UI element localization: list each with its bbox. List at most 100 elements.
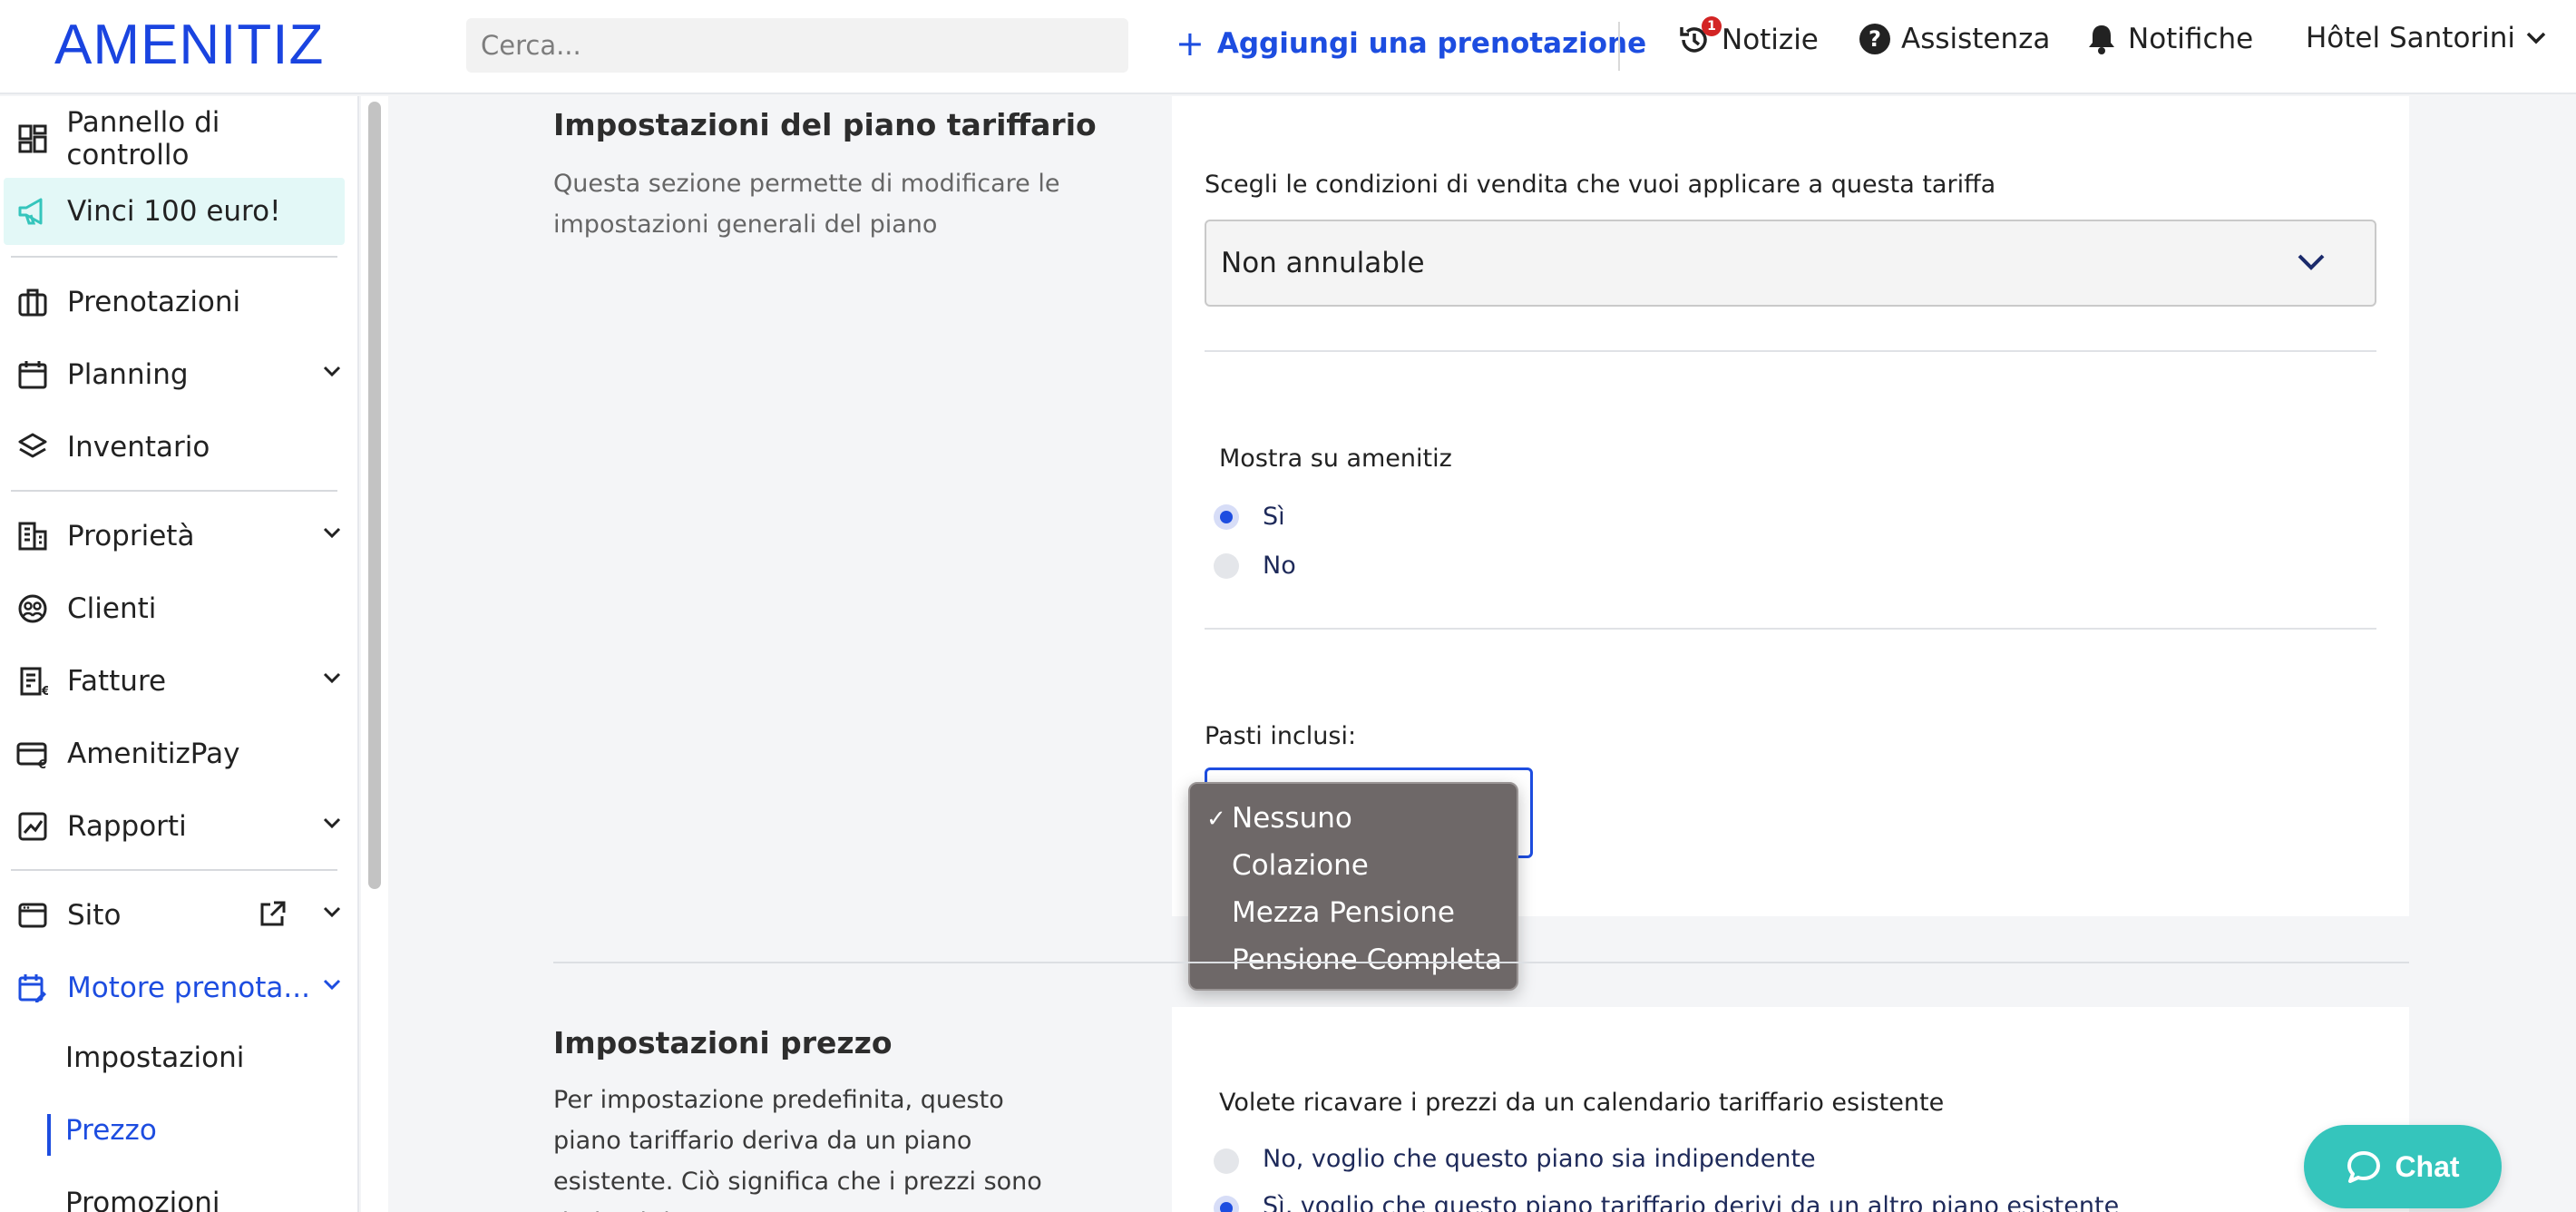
chevron-down-icon (2526, 32, 2546, 44)
meal-option-label: Mezza Pensione (1232, 896, 1455, 929)
news-badge: 1 (1702, 16, 1722, 36)
section-divider (553, 962, 2409, 963)
sidebar-item-dashboard[interactable]: Pannello di controllo (13, 105, 346, 172)
sidebar-item-invoices[interactable]: € Fatture (13, 648, 346, 715)
sidebar-item-property[interactable]: Proprietà (13, 503, 346, 570)
sidebar-item-label: Fatture (67, 665, 167, 698)
credit-card-icon: € (16, 738, 49, 770)
conditions-value: Non annulable (1221, 247, 1425, 279)
meal-option-full-board[interactable]: Pensione Completa (1190, 936, 1517, 983)
meals-included-label: Pasti inclusi: (1205, 722, 1357, 750)
sidebar-scrollbar-thumb[interactable] (368, 102, 381, 889)
sidebar-item-reports[interactable]: Rapporti (13, 793, 346, 860)
show-on-amenitiz-label: Mostra su amenitiz (1219, 445, 1452, 473)
property-switcher[interactable]: Hôtel Santorini (2306, 22, 2555, 54)
top-header: AMENITIZ + Aggiungi una prenotazione 1 No… (0, 0, 2576, 94)
chevron-down-icon (2298, 254, 2325, 270)
meal-option-half-board[interactable]: Mezza Pensione (1190, 889, 1517, 936)
notifications-button[interactable]: Notifiche (2084, 22, 2253, 56)
sidebar-item-label: Pannello di controllo (66, 106, 220, 171)
chevron-down-icon (323, 527, 341, 539)
independent-plan-radio[interactable] (1214, 1148, 1239, 1174)
card-divider (1205, 628, 2376, 630)
sidebar-subitem-promotions[interactable]: Promozioni (65, 1187, 220, 1212)
sidebar-item-amenitizpay[interactable]: € AmenitizPay (13, 720, 346, 787)
sidebar-item-inventory[interactable]: Inventario (13, 414, 346, 481)
chevron-down-icon (323, 366, 341, 377)
derive-prices-question: Volete ricavare i prezzi da un calendari… (1219, 1089, 1945, 1117)
show-no-label[interactable]: No (1263, 552, 1296, 580)
invoice-icon: € (16, 665, 49, 698)
help-icon: ? (1859, 24, 1890, 54)
chevron-down-icon (323, 672, 341, 684)
conditions-label: Scegli le condizioni di vendita che vuoi… (1205, 171, 1996, 199)
show-yes-label[interactable]: Sì (1263, 503, 1285, 531)
sidebar-item-reservations[interactable]: Prenotazioni (13, 269, 346, 336)
search-input[interactable] (466, 18, 1128, 73)
show-no-radio[interactable] (1214, 553, 1239, 579)
chevron-down-icon (323, 979, 341, 991)
checkmark-icon: ✓ (1206, 806, 1226, 833)
sidebar-divider (11, 256, 337, 258)
sidebar-item-site[interactable]: Sito (13, 882, 346, 949)
calendar-icon (16, 358, 49, 391)
sidebar-item-label: Clienti (67, 592, 157, 625)
sidebar-item-booking-engine[interactable]: Motore prenota... (13, 954, 346, 1021)
property-name: Hôtel Santorini (2306, 22, 2516, 54)
sidebar-item-label: Sito (67, 899, 122, 932)
meals-dropdown-menu: ✓ Nessuno Colazione Mezza Pensione Pensio… (1188, 782, 1518, 991)
dashboard-icon (16, 122, 48, 155)
active-indicator (47, 1114, 51, 1156)
building-icon (16, 520, 49, 552)
derived-plan-label[interactable]: Sì, voglio che questo piano tariffario d… (1263, 1192, 2119, 1212)
help-label: Assistenza (1901, 23, 2051, 55)
chat-label: Chat (2395, 1149, 2460, 1183)
add-reservation-button[interactable]: + Aggiungi una prenotazione (1176, 24, 1646, 64)
sidebar-item-clients[interactable]: Clienti (13, 575, 346, 642)
header-divider (1618, 22, 1620, 71)
card-divider (1205, 350, 2376, 352)
news-button[interactable]: 1 Notizie (1676, 16, 1819, 58)
news-label: Notizie (1722, 24, 1819, 56)
meal-option-none[interactable]: ✓ Nessuno (1190, 795, 1517, 842)
sidebar-subitem-price[interactable]: Prezzo (65, 1114, 157, 1147)
bell-icon (2089, 25, 2114, 54)
add-reservation-label: Aggiungi una prenotazione (1216, 27, 1647, 60)
luggage-icon (16, 286, 49, 318)
chat-button[interactable]: Chat (2304, 1125, 2502, 1208)
meal-option-breakfast[interactable]: Colazione (1190, 842, 1517, 889)
meal-option-label: Pensione Completa (1232, 943, 1502, 976)
chart-icon (16, 810, 49, 843)
amenitiz-logo[interactable]: AMENITIZ (54, 13, 324, 77)
external-link-icon[interactable] (258, 900, 287, 929)
sidebar-subitem-settings[interactable]: Impostazioni (65, 1041, 244, 1074)
conditions-select[interactable]: Non annulable (1205, 220, 2376, 307)
sidebar-item-label: Inventario (67, 431, 210, 464)
users-icon (16, 592, 49, 625)
meal-option-label: Nessuno (1232, 802, 1352, 835)
sidebar-item-label: AmenitizPay (67, 738, 240, 770)
calendar-edit-icon (16, 972, 49, 1004)
chevron-down-icon (323, 817, 341, 829)
help-button[interactable]: ? Assistenza (1858, 22, 2050, 56)
layers-icon (16, 431, 49, 464)
price-section-title: Impostazioni prezzo (553, 1025, 893, 1060)
independent-plan-label[interactable]: No, voglio che questo piano sia indipend… (1263, 1145, 1816, 1173)
sidebar-item-promo[interactable]: Vinci 100 euro! (4, 178, 345, 245)
sidebar-item-label: Rapporti (67, 810, 187, 843)
sidebar-item-label: Prenotazioni (67, 286, 241, 318)
sidebar-divider (11, 490, 337, 492)
notifications-label: Notifiche (2128, 23, 2254, 55)
sidebar-item-label: Planning (67, 358, 189, 391)
sidebar-item-label: Vinci 100 euro! (67, 195, 281, 228)
megaphone-icon (16, 195, 49, 228)
svg-text:?: ? (1869, 26, 1881, 52)
plus-icon: + (1176, 24, 1205, 64)
svg-text:€: € (37, 758, 46, 769)
rate-plan-section-description: Questa sezione permette di modificare le… (553, 170, 1060, 239)
svg-text:€: € (41, 685, 48, 697)
rate-plan-section-title: Impostazioni del piano tariffario (553, 107, 1097, 142)
sidebar-divider (11, 869, 337, 871)
sidebar-item-planning[interactable]: Planning (13, 341, 346, 408)
show-yes-radio[interactable] (1214, 504, 1239, 530)
